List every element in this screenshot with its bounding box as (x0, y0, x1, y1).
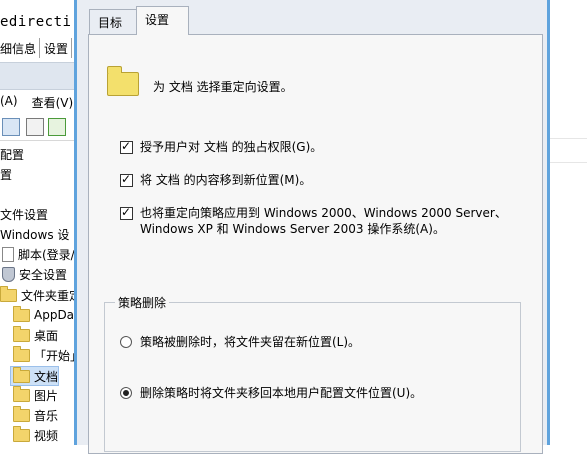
tree-item[interactable]: 视频 (13, 425, 59, 444)
toolbar (0, 114, 80, 141)
redirect-back-radio[interactable]: 删除策略时将文件夹移回本地用户配置文件位置(U)。 (120, 384, 422, 401)
tab-target[interactable]: 目标 (89, 9, 137, 34)
checkbox-label: 将 文档 的内容移到新位置(M)。 (140, 173, 312, 187)
divider (550, 138, 587, 139)
folder-icon (13, 366, 30, 383)
checkbox-label-line1: 也将重定向策略应用到 Windows 2000、Windows 2000 Ser… (140, 206, 507, 220)
tree-label: 配置 (0, 147, 25, 162)
menu-bar: (A) 查看(V) (0, 94, 80, 112)
export-icon[interactable] (48, 118, 66, 136)
settings-panel: 为 文档 选择重定向设置。 授予用户对 文档 的独占权限(G)。 将 文档 的内… (88, 34, 543, 454)
checkbox-box[interactable] (120, 172, 133, 187)
checkbox-box[interactable] (120, 205, 133, 220)
tree-label: 桌面 (34, 328, 59, 343)
tree-item[interactable]: Windows 设 (0, 225, 69, 243)
menu-view[interactable]: 查看(V) (32, 94, 74, 112)
script-icon (2, 246, 14, 262)
group-title: 策略删除 (115, 294, 170, 311)
folder-icon (13, 405, 30, 422)
details-pane (550, 0, 587, 445)
divider (550, 162, 587, 163)
tree-item[interactable]: 桌面 (13, 325, 59, 344)
tree-label: 视频 (34, 428, 59, 443)
tree-label: 文件设置 (0, 207, 49, 222)
radio-button[interactable] (120, 335, 132, 348)
tree-label: 脚本(登录/ (18, 247, 75, 262)
folder-icon (13, 305, 30, 322)
folder-icon (107, 66, 139, 96)
tree-label: 安全设置 (19, 267, 68, 282)
shield-icon (2, 266, 15, 282)
radio-label: 策略被删除时，将文件夹留在新位置(L)。 (140, 335, 361, 349)
tree-item-documents[interactable]: 文档 (10, 366, 60, 386)
tree-item[interactable]: 安全设置 (2, 265, 67, 283)
tab-settings[interactable]: 设置 (136, 6, 189, 35)
tree-item[interactable]: 配置 (0, 145, 24, 163)
folder-icon (0, 285, 17, 302)
apply-legacy-checkbox[interactable]: 也将重定向策略应用到 Windows 2000、Windows 2000 Ser… (120, 205, 507, 237)
ribbon-band (0, 62, 80, 90)
tree-label: Windows 设 (0, 227, 70, 242)
folder-icon (13, 425, 30, 442)
tree-item[interactable]: 「开始」 (13, 345, 82, 364)
move-contents-checkbox[interactable]: 将 文档 的内容移到新位置(M)。 (120, 172, 311, 188)
radio-label: 删除策略时将文件夹移回本地用户配置文件位置(U)。 (140, 386, 423, 400)
tree-label: AppDa (34, 308, 75, 322)
checkbox-label: 授予用户对 文档 的独占权限(G)。 (140, 140, 323, 154)
folder-icon (13, 385, 30, 402)
exclusive-rights-checkbox[interactable]: 授予用户对 文档 的独占权限(G)。 (120, 139, 322, 155)
tree-item[interactable]: 置 (0, 165, 12, 183)
properties-dialog: 目标 设置 为 文档 选择重定向设置。 授予用户对 文档 的独占权限(G)。 将… (74, 0, 550, 454)
checkbox-box[interactable] (120, 139, 133, 154)
console-tree-icon[interactable] (2, 118, 20, 136)
radio-button[interactable] (120, 386, 132, 399)
folder-icon (13, 345, 30, 362)
checkbox-label-line2: Windows XP 和 Windows Server 2003 操作系统(A)… (140, 222, 445, 236)
menu-action[interactable]: (A) (0, 94, 18, 112)
folder-icon (13, 325, 30, 342)
tree-item[interactable]: 脚本(登录/ (2, 245, 75, 263)
tree-label: 图片 (34, 388, 59, 403)
tree-item[interactable]: 音乐 (13, 405, 59, 424)
window-title: edirecti (0, 14, 72, 30)
tree-label: 文件夹重定 (21, 288, 82, 303)
leave-folder-radio[interactable]: 策略被删除时，将文件夹留在新位置(L)。 (120, 333, 360, 350)
settings-heading: 为 文档 选择重定向设置。 (153, 80, 293, 94)
tree-label: 文档 (34, 369, 59, 384)
tree-item[interactable]: 图片 (13, 385, 59, 404)
tab-details[interactable]: 细信息 (0, 38, 41, 58)
tree-label: 置 (0, 167, 13, 182)
tree-item[interactable]: AppDa (13, 305, 75, 324)
tree-label: 音乐 (34, 408, 59, 423)
tab-settings-bg[interactable]: 设置 (44, 38, 73, 58)
policy-removal-group: 策略删除 策略被删除时，将文件夹留在新位置(L)。 删除策略时将文件夹移回本地用… (104, 294, 521, 452)
tree-item[interactable]: 文件夹重定 (0, 285, 82, 304)
checkbox-label: 也将重定向策略应用到 Windows 2000、Windows 2000 Ser… (140, 205, 507, 237)
properties-icon[interactable] (26, 118, 44, 136)
background-tabs: 细信息 设置 (0, 38, 80, 58)
tree-item[interactable]: 文件设置 (0, 205, 48, 223)
